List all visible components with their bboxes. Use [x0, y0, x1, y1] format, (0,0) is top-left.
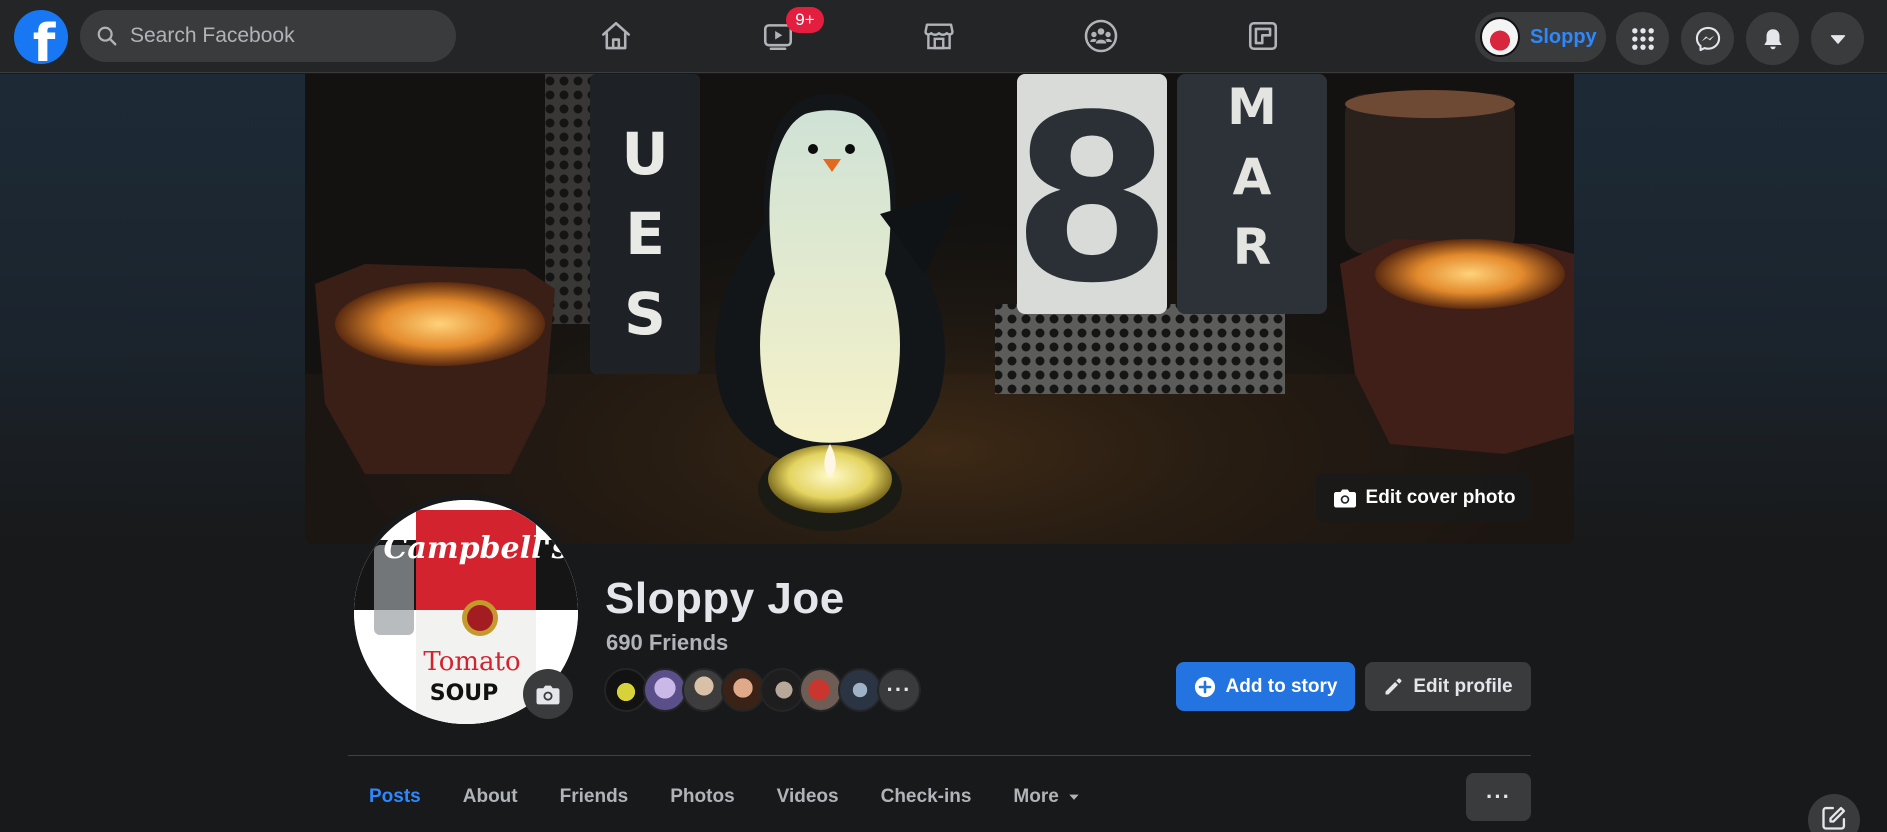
edit-cover-photo-label: Edit cover photo: [1365, 486, 1516, 508]
nav-home[interactable]: [591, 12, 641, 60]
avatar: [1480, 17, 1520, 57]
profile-name: Sloppy Joe: [605, 574, 845, 623]
search-box[interactable]: [80, 10, 456, 62]
svg-text:A: A: [1233, 148, 1272, 206]
update-profile-picture-button[interactable]: [523, 669, 573, 719]
friend-avatars: ···: [604, 668, 921, 712]
tab-label: About: [462, 786, 518, 807]
caret-down-icon: [1069, 794, 1079, 800]
tab-check-ins[interactable]: Check-ins: [860, 766, 993, 828]
messenger-button[interactable]: [1681, 12, 1734, 65]
plus-circle-icon: [1194, 676, 1215, 697]
gaming-icon: [1248, 21, 1278, 51]
nav-groups[interactable]: [1076, 12, 1126, 60]
notifications-button[interactable]: [1746, 12, 1799, 65]
svg-text:M: M: [1227, 78, 1277, 136]
tab-more[interactable]: More: [992, 766, 1101, 828]
edit-profile-button[interactable]: Edit profile: [1365, 662, 1531, 711]
svg-text:Campbell's: Campbell's: [384, 531, 569, 566]
friend-avatar[interactable]: [838, 668, 882, 712]
tab-photos[interactable]: Photos: [649, 766, 755, 828]
friend-avatar[interactable]: [682, 668, 726, 712]
messenger-icon: [1695, 26, 1720, 51]
svg-text:SOUP: SOUP: [430, 681, 499, 706]
more-friends-button[interactable]: ···: [877, 668, 921, 712]
pencil-icon: [1385, 678, 1402, 694]
svg-text:U: U: [621, 120, 668, 188]
friend-avatar[interactable]: [604, 668, 648, 712]
tab-label: Videos: [776, 786, 839, 807]
svg-text:R: R: [1233, 218, 1272, 276]
tab-friends[interactable]: Friends: [539, 766, 650, 828]
friend-avatar[interactable]: [760, 668, 804, 712]
tab-about[interactable]: About: [442, 766, 539, 828]
store-icon: [924, 23, 954, 50]
tab-posts[interactable]: Posts: [348, 766, 442, 828]
home-icon: [601, 21, 631, 50]
add-to-story-label: Add to story: [1225, 675, 1338, 697]
friend-count[interactable]: 690 Friends: [606, 630, 728, 656]
search-icon: [97, 26, 117, 46]
caret-down-icon: [1830, 34, 1845, 44]
tab-videos[interactable]: Videos: [756, 766, 860, 828]
profile-divider: [348, 755, 1531, 756]
friend-avatar[interactable]: [799, 668, 843, 712]
svg-text:Tomato: Tomato: [423, 647, 520, 677]
compose-icon: [1822, 806, 1846, 830]
profile-tabs: Posts About Friends Photos Videos Check-…: [348, 766, 1102, 828]
bell-icon: [1763, 28, 1782, 49]
camera-icon: [1333, 489, 1356, 507]
svg-text:S: S: [624, 280, 666, 348]
profile-chip-name: Sloppy: [1530, 25, 1597, 48]
grid-menu-icon: [1631, 27, 1654, 50]
tab-label: Check-ins: [880, 786, 972, 807]
facebook-logo[interactable]: f: [14, 10, 68, 64]
groups-icon: [1084, 19, 1118, 53]
edit-cover-photo-button[interactable]: Edit cover photo: [1316, 473, 1532, 522]
new-message-button[interactable]: [1808, 794, 1860, 832]
account-button[interactable]: [1811, 12, 1864, 65]
camera-icon: [536, 685, 560, 704]
profile-chip[interactable]: Sloppy: [1475, 12, 1606, 62]
nav-gaming[interactable]: [1238, 12, 1288, 60]
search-input[interactable]: [130, 24, 430, 48]
svg-text:8: 8: [1012, 74, 1172, 334]
tab-label: More: [1013, 786, 1059, 807]
menu-button[interactable]: [1616, 12, 1669, 65]
tab-label: Friends: [559, 786, 629, 807]
profile-options-button[interactable]: ···: [1466, 773, 1531, 821]
friend-avatar[interactable]: [643, 668, 687, 712]
edit-profile-label: Edit profile: [1413, 675, 1513, 697]
svg-text:E: E: [625, 200, 665, 268]
tab-label: Photos: [670, 786, 735, 807]
watch-notification-badge: 9+: [786, 7, 824, 33]
friend-avatar[interactable]: [721, 668, 765, 712]
tab-label: Posts: [369, 786, 421, 807]
top-navigation-bar: f 9+: [0, 0, 1887, 73]
add-to-story-button[interactable]: Add to story: [1176, 662, 1355, 711]
nav-marketplace[interactable]: [914, 12, 964, 60]
